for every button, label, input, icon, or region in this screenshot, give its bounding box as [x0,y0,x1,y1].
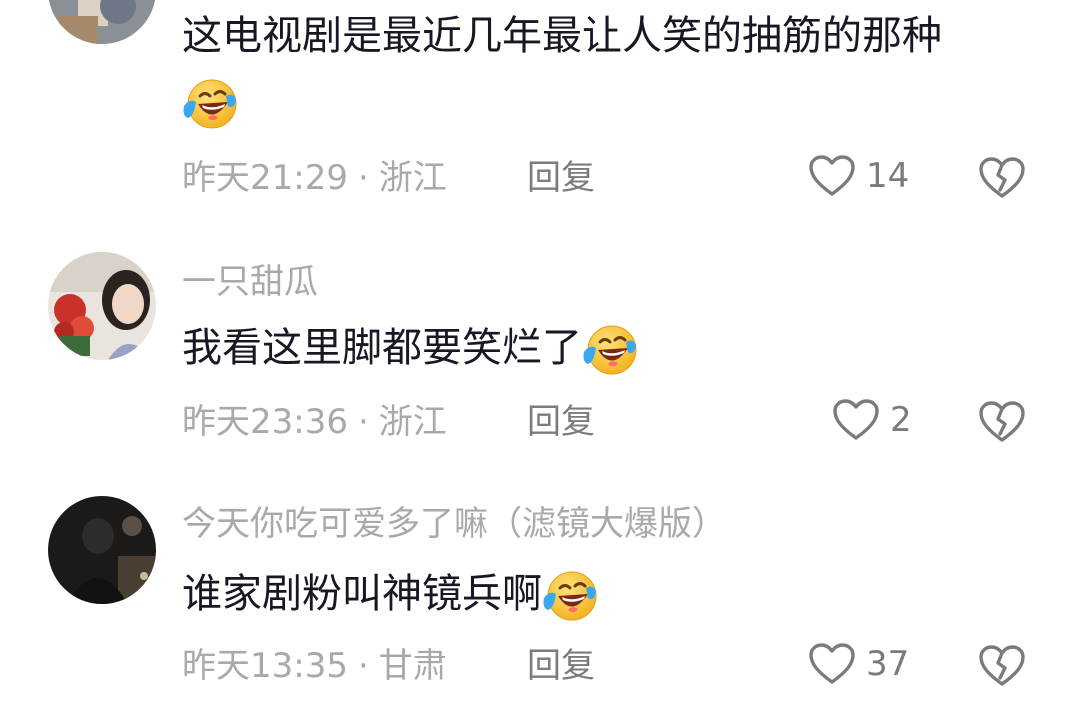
meta-separator: · [357,158,369,198]
comment-time: 昨天21:29 [182,158,348,198]
comment-meta: 昨天13:35 · 甘肃 [182,646,447,686]
like-count: 2 [890,400,912,440]
broken-heart-icon[interactable] [978,156,1026,200]
comment-location: 甘肃 [378,646,447,686]
like-count: 37 [866,644,910,684]
avatar[interactable] [48,496,156,604]
comment-text: 谁家剧粉叫神镜兵啊 [182,568,598,624]
comment-meta: 昨天21:29 · 浙江 [182,158,447,198]
comment-location: 浙江 [378,158,447,198]
avatar[interactable] [48,252,156,360]
comment-text: 这电视剧是最近几年最让人笑的抽筋的那种 [182,13,942,59]
comment-text: 我看这里脚都要笑烂了 [182,322,638,378]
meta-separator: · [357,646,369,686]
avatar[interactable] [48,0,156,44]
like-button[interactable]: 37 [808,642,909,686]
broken-heart-icon[interactable] [978,400,1026,444]
like-count: 14 [866,156,910,196]
heart-outline-icon [808,154,856,198]
like-button[interactable]: 2 [832,398,912,442]
laughing-crying-emoji-icon [542,568,598,624]
comment-time: 昨天13:35 [182,646,348,686]
broken-heart-icon[interactable] [978,644,1026,688]
username[interactable]: 一只甜瓜 [182,262,318,302]
comment-location: 浙江 [378,402,447,442]
laughing-crying-emoji-icon [582,322,638,378]
comment-time: 昨天23:36 [182,402,348,442]
username[interactable]: 今天你吃可爱多了嘛（滤镜大爆版） [182,504,726,544]
heart-outline-icon [832,398,880,442]
reply-button[interactable]: 回复 [527,402,595,442]
reply-button[interactable]: 回复 [527,158,595,198]
laughing-crying-emoji-icon [182,76,238,132]
comment-text-line2 [182,76,238,132]
reply-button[interactable]: 回复 [527,646,595,686]
like-button[interactable]: 14 [808,154,909,198]
meta-separator: · [357,402,369,442]
heart-outline-icon [808,642,856,686]
comment-meta: 昨天23:36 · 浙江 [182,402,447,442]
